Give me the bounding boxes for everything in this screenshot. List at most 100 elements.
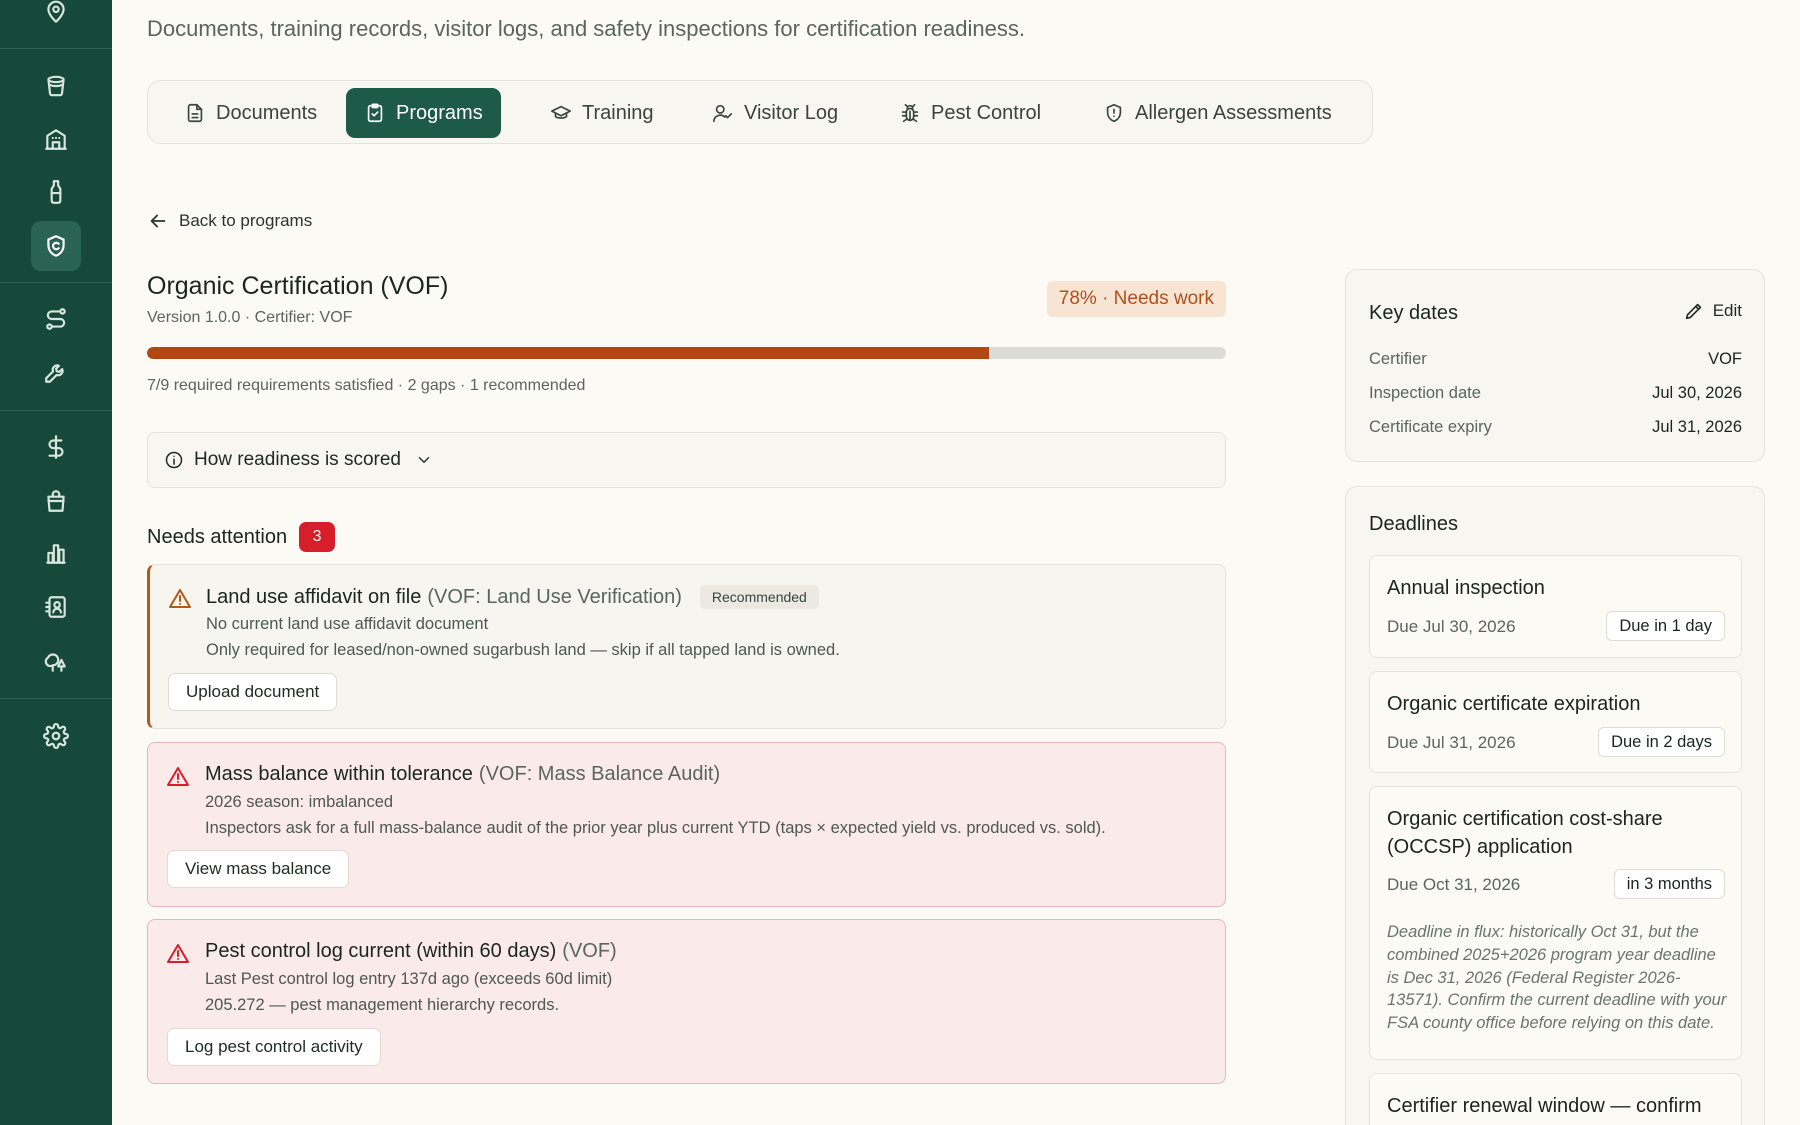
how-readiness-scored-toggle[interactable]: How readiness is scored: [147, 432, 1226, 488]
log-pest-control-button[interactable]: Log pest control activity: [167, 1028, 381, 1066]
attention-detail: Last Pest control log entry 137d ago (ex…: [205, 970, 613, 988]
edit-key-dates-button[interactable]: Edit: [1683, 300, 1742, 322]
key-date-value: VOF: [1708, 350, 1742, 368]
tab-label: Allergen Assessments: [1135, 101, 1332, 124]
tab-label: Visitor Log: [744, 101, 839, 124]
attention-source: (VOF: Land Use Verification): [427, 585, 682, 608]
key-date-label: Inspection date: [1369, 384, 1481, 402]
bottle-icon[interactable]: [31, 167, 81, 217]
key-dates-panel: Key dates Edit Certifier VOF Inspection …: [1345, 269, 1765, 462]
pencil-icon: [1685, 303, 1701, 320]
sidebar-divider: [0, 410, 112, 411]
key-date-value: Jul 30, 2026: [1652, 384, 1742, 402]
program-meta: Version 1.0.0 · Certifier: VOF: [147, 309, 353, 326]
deadline-item: Organic certification cost-share (OCCSP)…: [1369, 786, 1742, 1060]
attention-detail: 2026 season: imbalanced: [205, 793, 394, 811]
chevron-down-icon: [418, 457, 430, 463]
tab-visitor-log[interactable]: Visitor Log: [694, 88, 856, 138]
how-scored-label: How readiness is scored: [194, 449, 401, 470]
attention-title: Pest control log current (within 60 days…: [205, 940, 617, 963]
user-check-icon: [713, 104, 733, 123]
attention-card-land-use: Land use affidavit on file (VOF: Land Us…: [147, 564, 1226, 729]
deadline-note: Deadline in flux: historically Oct 31, b…: [1387, 923, 1727, 1033]
recommended-badge: Recommended: [699, 585, 819, 609]
page-subtitle: Documents, training records, visitor log…: [147, 16, 1025, 41]
deadline-countdown-badge: Due in 1 day: [1606, 611, 1725, 641]
warning-triangle-icon: [166, 765, 190, 789]
program-title: Organic Certification (VOF): [147, 272, 449, 300]
tab-documents[interactable]: Documents: [166, 88, 335, 138]
sidebar-divider: [0, 282, 112, 283]
shield-icon[interactable]: [31, 221, 81, 271]
arrow-left-icon: [150, 214, 166, 228]
tab-training[interactable]: Training: [532, 88, 672, 138]
sidebar-divider: [0, 698, 112, 699]
attention-detail: No current land use affidavit document: [206, 615, 489, 633]
tab-label: Documents: [216, 101, 318, 124]
back-to-programs-link[interactable]: Back to programs: [147, 210, 312, 232]
graduation-cap-icon: [551, 105, 571, 119]
key-date-row: Certifier VOF: [1369, 350, 1742, 369]
deadline-title: Organic certification cost-share (OCCSP)…: [1387, 808, 1663, 858]
tab-label: Programs: [396, 101, 483, 124]
bar-chart-icon[interactable]: [31, 529, 81, 579]
tab-allergen-assessments[interactable]: Allergen Assessments: [1085, 88, 1350, 138]
gear-icon[interactable]: [31, 711, 81, 761]
trees-icon[interactable]: [31, 636, 81, 686]
attention-source: (VOF: Mass Balance Audit): [478, 763, 721, 785]
key-date-row: Inspection date Jul 30, 2026: [1369, 384, 1742, 403]
bug-icon: [901, 103, 919, 123]
attention-title: Mass balance within tolerance (VOF: Mass…: [205, 763, 720, 786]
view-mass-balance-button[interactable]: View mass balance: [167, 850, 350, 888]
tab-bar: Documents Programs Training Visitor Log …: [147, 80, 1373, 144]
readiness-progress-bar: [147, 347, 1226, 359]
readiness-progress-fill: [147, 347, 989, 359]
attention-card-mass-balance: Mass balance within tolerance (VOF: Mass…: [147, 742, 1226, 907]
dollar-icon[interactable]: [31, 422, 81, 472]
attention-title: Land use affidavit on file (VOF: Land Us…: [206, 585, 819, 609]
deadline-due: Due Oct 31, 2026: [1387, 875, 1521, 894]
bucket-icon[interactable]: [31, 61, 81, 111]
key-date-value: Jul 31, 2026: [1652, 418, 1742, 436]
deadline-item: Organic certificate expiration Due Jul 3…: [1369, 671, 1742, 773]
upload-document-button[interactable]: Upload document: [168, 673, 338, 711]
wrench-icon[interactable]: [31, 347, 81, 397]
warning-triangle-icon: [168, 587, 192, 611]
requirements-summary: 7/9 required requirements satisfied · 2 …: [147, 377, 586, 394]
route-icon[interactable]: [31, 294, 81, 344]
edit-label: Edit: [1712, 301, 1742, 320]
tab-label: Training: [582, 101, 654, 124]
attention-note: 205.272 — pest management hierarchy reco…: [205, 996, 560, 1014]
tab-pest-control[interactable]: Pest Control: [881, 88, 1059, 138]
deadline-due: Due Jul 31, 2026: [1387, 733, 1516, 752]
contacts-icon[interactable]: [31, 582, 81, 632]
sidebar-divider: [0, 48, 112, 49]
deadline-title: Annual inspection: [1387, 577, 1545, 599]
key-date-label: Certifier: [1369, 350, 1427, 368]
deadline-item: Certifier renewal window — confirm: [1369, 1073, 1742, 1125]
needs-attention-label: Needs attention: [147, 525, 288, 548]
key-dates-heading: Key dates: [1369, 302, 1458, 324]
clipboard-check-icon: [367, 103, 383, 123]
key-date-row: Certificate expiry Jul 31, 2026: [1369, 418, 1742, 437]
sidebar: [0, 0, 112, 1125]
location-icon[interactable]: [31, 0, 81, 37]
shield-alert-icon: [1106, 103, 1122, 123]
key-date-label: Certificate expiry: [1369, 418, 1492, 436]
attention-card-pest-control: Pest control log current (within 60 days…: [147, 919, 1226, 1084]
attention-note: Only required for leased/non-owned sugar…: [206, 641, 840, 659]
file-icon: [187, 103, 203, 123]
shopping-bag-icon[interactable]: [31, 476, 81, 526]
attention-title-text: Mass balance within tolerance: [205, 763, 473, 785]
attention-source: (VOF): [562, 940, 617, 962]
warning-triangle-icon: [166, 942, 190, 966]
attention-count-badge: 3: [299, 522, 336, 552]
info-icon: [165, 451, 183, 469]
deadline-countdown-badge: Due in 2 days: [1598, 727, 1725, 757]
building-icon[interactable]: [31, 114, 81, 164]
tab-programs[interactable]: Programs: [346, 88, 501, 138]
deadline-item: Annual inspection Due Jul 30, 2026 Due i…: [1369, 555, 1742, 658]
deadlines-heading: Deadlines: [1369, 513, 1458, 535]
tab-label: Pest Control: [931, 101, 1042, 124]
back-label: Back to programs: [179, 211, 313, 230]
